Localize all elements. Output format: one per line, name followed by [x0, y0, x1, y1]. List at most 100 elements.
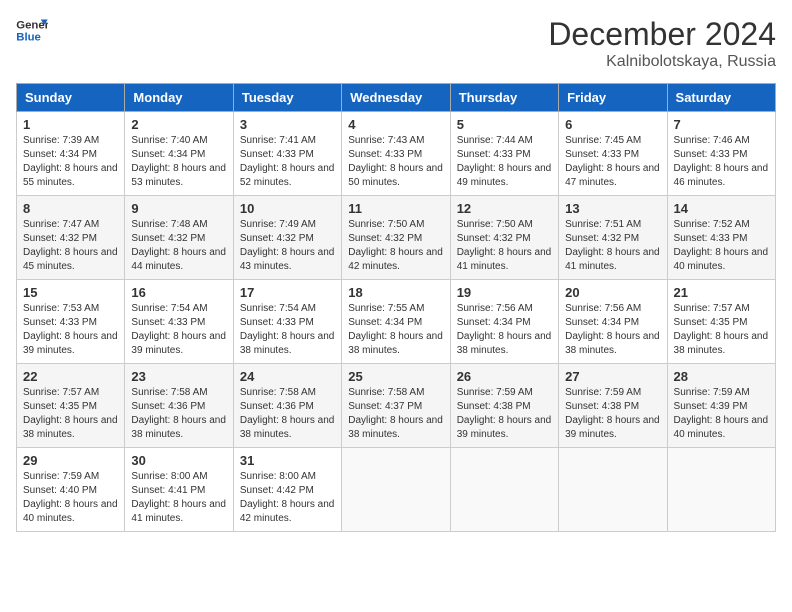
- cell-text: Sunrise: 7:58 AMSunset: 4:37 PMDaylight:…: [348, 387, 443, 440]
- calendar-week-row: 8 Sunrise: 7:47 AMSunset: 4:32 PMDaylight…: [17, 196, 776, 280]
- calendar-day-header: Tuesday: [233, 84, 341, 112]
- cell-text: Sunrise: 7:49 AMSunset: 4:32 PMDaylight:…: [240, 219, 335, 272]
- day-number: 30: [131, 453, 226, 468]
- calendar-cell: 26 Sunrise: 7:59 AMSunset: 4:38 PMDayligh…: [450, 364, 558, 448]
- cell-text: Sunrise: 7:43 AMSunset: 4:33 PMDaylight:…: [348, 135, 443, 188]
- day-number: 9: [131, 201, 226, 216]
- calendar-cell: 11 Sunrise: 7:50 AMSunset: 4:32 PMDayligh…: [342, 196, 450, 280]
- day-number: 20: [565, 285, 660, 300]
- calendar-cell: 17Sunrise: 7:54 AMSunset: 4:33 PMDayligh…: [233, 280, 341, 364]
- calendar-cell: 9 Sunrise: 7:48 AMSunset: 4:32 PMDaylight…: [125, 196, 233, 280]
- calendar-cell: [559, 448, 667, 532]
- day-number: 27: [565, 369, 660, 384]
- calendar-cell: 14 Sunrise: 7:52 AMSunset: 4:33 PMDayligh…: [667, 196, 775, 280]
- day-number: 10: [240, 201, 335, 216]
- calendar-day-header: Wednesday: [342, 84, 450, 112]
- calendar-cell: 5 Sunrise: 7:44 AMSunset: 4:33 PMDaylight…: [450, 112, 558, 196]
- calendar-cell: 7Sunrise: 7:46 AMSunset: 4:33 PMDaylight…: [667, 112, 775, 196]
- calendar-cell: 24 Sunrise: 7:58 AMSunset: 4:36 PMDayligh…: [233, 364, 341, 448]
- logo: General Blue: [16, 16, 48, 44]
- day-number: 2: [131, 117, 226, 132]
- calendar-cell: 22 Sunrise: 7:57 AMSunset: 4:35 PMDayligh…: [17, 364, 125, 448]
- cell-text: Sunrise: 7:53 AMSunset: 4:33 PMDaylight:…: [23, 303, 118, 356]
- calendar-day-header: Friday: [559, 84, 667, 112]
- cell-text: Sunrise: 7:50 AMSunset: 4:32 PMDaylight:…: [348, 219, 443, 272]
- day-number: 21: [674, 285, 769, 300]
- day-number: 12: [457, 201, 552, 216]
- day-number: 11: [348, 201, 443, 216]
- calendar-cell: 2 Sunrise: 7:40 AMSunset: 4:34 PMDaylight…: [125, 112, 233, 196]
- calendar-cell: 3Sunrise: 7:41 AMSunset: 4:33 PMDaylight…: [233, 112, 341, 196]
- day-number: 1: [23, 117, 118, 132]
- cell-text: Sunrise: 7:55 AMSunset: 4:34 PMDaylight:…: [348, 303, 443, 356]
- cell-text: Sunrise: 7:47 AMSunset: 4:32 PMDaylight:…: [23, 219, 118, 272]
- calendar-table: SundayMondayTuesdayWednesdayThursdayFrid…: [16, 83, 776, 532]
- calendar-cell: 20 Sunrise: 7:56 AMSunset: 4:34 PMDayligh…: [559, 280, 667, 364]
- cell-text: Sunrise: 7:54 AMSunset: 4:33 PMDaylight:…: [240, 303, 335, 356]
- cell-text: Sunrise: 7:58 AMSunset: 4:36 PMDaylight:…: [240, 387, 335, 440]
- day-number: 22: [23, 369, 118, 384]
- day-number: 25: [348, 369, 443, 384]
- cell-text: Sunrise: 7:44 AMSunset: 4:33 PMDaylight:…: [457, 135, 552, 188]
- calendar-cell: 18Sunrise: 7:55 AMSunset: 4:34 PMDayligh…: [342, 280, 450, 364]
- calendar-cell: 28 Sunrise: 7:59 AMSunset: 4:39 PMDayligh…: [667, 364, 775, 448]
- cell-text: Sunrise: 7:59 AMSunset: 4:38 PMDaylight:…: [457, 387, 552, 440]
- cell-text: Sunrise: 8:00 AMSunset: 4:42 PMDaylight:…: [240, 471, 335, 524]
- cell-text: Sunrise: 7:40 AMSunset: 4:34 PMDaylight:…: [131, 135, 226, 188]
- cell-text: Sunrise: 7:59 AMSunset: 4:40 PMDaylight:…: [23, 471, 118, 524]
- cell-text: Sunrise: 7:48 AMSunset: 4:32 PMDaylight:…: [131, 219, 226, 272]
- calendar-cell: [342, 448, 450, 532]
- calendar-week-row: 1 Sunrise: 7:39 AMSunset: 4:34 PMDaylight…: [17, 112, 776, 196]
- calendar-cell: 13Sunrise: 7:51 AMSunset: 4:32 PMDayligh…: [559, 196, 667, 280]
- cell-text: Sunrise: 7:56 AMSunset: 4:34 PMDaylight:…: [457, 303, 552, 356]
- calendar-day-header: Sunday: [17, 84, 125, 112]
- cell-text: Sunrise: 7:59 AMSunset: 4:38 PMDaylight:…: [565, 387, 660, 440]
- cell-text: Sunrise: 8:00 AMSunset: 4:41 PMDaylight:…: [131, 471, 226, 524]
- day-number: 6: [565, 117, 660, 132]
- calendar-cell: 23 Sunrise: 7:58 AMSunset: 4:36 PMDayligh…: [125, 364, 233, 448]
- day-number: 5: [457, 117, 552, 132]
- calendar-cell: 30 Sunrise: 8:00 AMSunset: 4:41 PMDayligh…: [125, 448, 233, 532]
- calendar-day-header: Monday: [125, 84, 233, 112]
- cell-text: Sunrise: 7:50 AMSunset: 4:32 PMDaylight:…: [457, 219, 552, 272]
- calendar-body: 1 Sunrise: 7:39 AMSunset: 4:34 PMDaylight…: [17, 112, 776, 532]
- calendar-cell: 27 Sunrise: 7:59 AMSunset: 4:38 PMDayligh…: [559, 364, 667, 448]
- calendar-header-row: SundayMondayTuesdayWednesdayThursdayFrid…: [17, 84, 776, 112]
- calendar-cell: 4 Sunrise: 7:43 AMSunset: 4:33 PMDaylight…: [342, 112, 450, 196]
- cell-text: Sunrise: 7:59 AMSunset: 4:39 PMDaylight:…: [674, 387, 769, 440]
- day-number: 26: [457, 369, 552, 384]
- calendar-cell: 6 Sunrise: 7:45 AMSunset: 4:33 PMDaylight…: [559, 112, 667, 196]
- calendar-cell: 12 Sunrise: 7:50 AMSunset: 4:32 PMDayligh…: [450, 196, 558, 280]
- day-number: 4: [348, 117, 443, 132]
- title-section: December 2024 Kalnibolotskaya, Russia: [548, 16, 776, 71]
- day-number: 23: [131, 369, 226, 384]
- calendar-cell: 31Sunrise: 8:00 AMSunset: 4:42 PMDayligh…: [233, 448, 341, 532]
- cell-text: Sunrise: 7:52 AMSunset: 4:33 PMDaylight:…: [674, 219, 769, 272]
- day-number: 24: [240, 369, 335, 384]
- cell-text: Sunrise: 7:57 AMSunset: 4:35 PMDaylight:…: [674, 303, 769, 356]
- day-number: 14: [674, 201, 769, 216]
- calendar-cell: 21 Sunrise: 7:57 AMSunset: 4:35 PMDayligh…: [667, 280, 775, 364]
- day-number: 16: [131, 285, 226, 300]
- location: Kalnibolotskaya, Russia: [548, 53, 776, 71]
- cell-text: Sunrise: 7:54 AMSunset: 4:33 PMDaylight:…: [131, 303, 226, 356]
- cell-text: Sunrise: 7:57 AMSunset: 4:35 PMDaylight:…: [23, 387, 118, 440]
- day-number: 28: [674, 369, 769, 384]
- cell-text: Sunrise: 7:58 AMSunset: 4:36 PMDaylight:…: [131, 387, 226, 440]
- calendar-cell: 1 Sunrise: 7:39 AMSunset: 4:34 PMDaylight…: [17, 112, 125, 196]
- day-number: 29: [23, 453, 118, 468]
- logo-icon: General Blue: [16, 16, 48, 44]
- cell-text: Sunrise: 7:39 AMSunset: 4:34 PMDaylight:…: [23, 135, 118, 188]
- page-header: General Blue December 2024 Kalnibolotska…: [16, 16, 776, 71]
- month-title: December 2024: [548, 16, 776, 53]
- cell-text: Sunrise: 7:56 AMSunset: 4:34 PMDaylight:…: [565, 303, 660, 356]
- calendar-day-header: Thursday: [450, 84, 558, 112]
- day-number: 13: [565, 201, 660, 216]
- calendar-week-row: 15 Sunrise: 7:53 AMSunset: 4:33 PMDayligh…: [17, 280, 776, 364]
- calendar-cell: [667, 448, 775, 532]
- day-number: 8: [23, 201, 118, 216]
- calendar-cell: 8 Sunrise: 7:47 AMSunset: 4:32 PMDaylight…: [17, 196, 125, 280]
- cell-text: Sunrise: 7:45 AMSunset: 4:33 PMDaylight:…: [565, 135, 660, 188]
- day-number: 15: [23, 285, 118, 300]
- day-number: 7: [674, 117, 769, 132]
